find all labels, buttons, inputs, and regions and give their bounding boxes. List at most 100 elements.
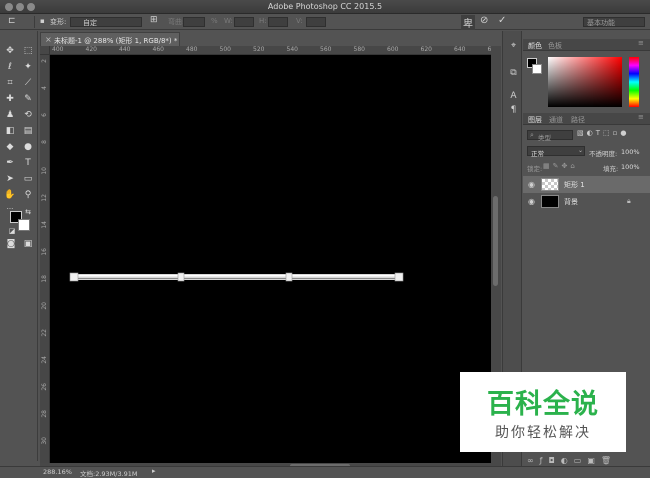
tool-preset-icon[interactable]: ⊏ [8, 16, 16, 26]
warp-grid-icon[interactable]: ⊞ [150, 15, 158, 25]
transform-select[interactable]: 自定 [70, 17, 142, 27]
watermark-title: 百科全说 [487, 389, 599, 420]
anchor-point-left-mid[interactable] [177, 272, 185, 282]
tab-swatches[interactable]: 色板 [548, 41, 562, 51]
default-colors-icon[interactable]: ◪ [6, 225, 18, 237]
crop-tool-icon[interactable]: ⌗ [4, 77, 16, 89]
eyedropper-icon[interactable]: ⟋ [22, 77, 34, 89]
cancel-transform-icon[interactable]: ⊘ [480, 15, 488, 26]
percent-unit: % [211, 17, 218, 25]
document-tab[interactable]: × 未标题-1 @ 288% (矩形 1, RGB/8*) * [40, 32, 180, 46]
shape-tool-icon[interactable]: ▭ [22, 173, 34, 185]
visibility-eye-icon[interactable]: ◉ [528, 197, 535, 206]
healing-brush-icon[interactable]: ✚ [4, 93, 16, 105]
options-bar: ⊏ ▪ 变形: 自定 ⊞ 弯曲: % W: H: V: 卑 ⊘ ✓ 基本功能 [0, 14, 650, 30]
h-field[interactable] [268, 17, 288, 27]
dodge-tool-icon[interactable]: ● [22, 141, 34, 153]
blend-mode-value: 正常 [531, 150, 544, 158]
ruler-tick-label: 4 [41, 86, 48, 90]
properties-panel-icon[interactable]: ⧉ [508, 68, 519, 79]
ruler-tick-label: 14 [41, 221, 48, 229]
status-bar: 288.16% 文档:2.93M/3.91M ▸ [0, 466, 650, 478]
tab-paths[interactable]: 路径 [571, 115, 585, 125]
background-color-swatch[interactable] [18, 219, 30, 231]
ruler-tick-label: 460 [152, 46, 164, 53]
eraser-tool-icon[interactable]: ◧ [4, 125, 16, 137]
transform-label: 变形: [50, 18, 67, 26]
tab-color[interactable]: 颜色 [528, 41, 542, 51]
layer-filter-icons[interactable]: ▧◐T⬚▫● [577, 129, 629, 137]
layer-row[interactable]: ◉ 背景 🔒︎ [523, 193, 650, 210]
vertical-ruler[interactable]: 2 4 6 8 10 12 14 16 18 20 22 24 26 28 30 [40, 55, 50, 463]
reference-point-icon[interactable]: ▪ [40, 17, 45, 25]
commit-transform-icon[interactable]: ✓ [498, 15, 506, 26]
search-icon: ⌕ [530, 131, 534, 139]
rectangle-shape-layer[interactable] [69, 272, 404, 282]
stamp-tool-icon[interactable]: ♟ [4, 109, 16, 121]
v-label: V: [296, 17, 303, 25]
hand-tool-icon[interactable]: ✋ [4, 189, 16, 201]
status-menu-icon[interactable]: ▸ [152, 467, 156, 475]
blend-mode-select[interactable]: 正常 ⌄ [527, 146, 585, 158]
lasso-tool-icon[interactable]: ℓ [4, 61, 16, 73]
shape-bar-highlight [72, 275, 402, 277]
marquee-tool-icon[interactable]: ⬚ [22, 45, 34, 57]
move-tool-icon[interactable]: ✥ [4, 45, 16, 57]
zoom-tool-icon[interactable]: ⚲ [22, 189, 34, 201]
anchor-point-right-mid[interactable] [285, 272, 293, 282]
anchor-point-left[interactable] [69, 272, 79, 282]
ruler-tick-label: 24 [41, 356, 48, 364]
ruler-tick-label: 440 [119, 46, 131, 53]
lock-icons[interactable]: ▦✎✥⌂ [543, 162, 578, 170]
document-canvas[interactable] [50, 55, 491, 463]
layer-thumbnail [541, 195, 559, 208]
blur-tool-icon[interactable]: ◆ [4, 141, 16, 153]
zoom-level[interactable]: 288.16% [43, 468, 72, 476]
screen-mode-icon[interactable]: ▣ [22, 238, 34, 250]
swap-colors-icon[interactable]: ⇆ [22, 206, 34, 218]
layer-name: 背景 [564, 198, 578, 206]
history-brush-icon[interactable]: ⟲ [22, 109, 34, 121]
close-document-icon[interactable]: × [45, 35, 52, 44]
gradient-tool-icon[interactable]: ▤ [22, 125, 34, 137]
vertical-scrollbar-thumb[interactable] [493, 196, 498, 286]
ruler-tick-label: 20 [41, 302, 48, 310]
opacity-value[interactable]: 100% [621, 148, 640, 156]
ruler-tick-label: 500 [219, 46, 231, 53]
hue-slider[interactable] [629, 57, 639, 107]
ruler-origin[interactable] [40, 46, 50, 55]
horizontal-ruler[interactable]: 400 420 440 460 480 500 520 540 560 580 600 620 640 6… [50, 46, 491, 55]
tab-channels[interactable]: 通道 [549, 115, 563, 125]
fill-value[interactable]: 100% [621, 163, 640, 171]
layers-footer-icons[interactable]: ∞ƒ◘◐▭▣🗑︎ [527, 456, 617, 465]
ruler-tick-label: 400 [52, 46, 64, 53]
magic-wand-icon[interactable]: ✦ [22, 61, 34, 73]
title-bar: Adobe Photoshop CC 2015.5 [0, 0, 650, 14]
path-selection-icon[interactable]: ➤ [4, 173, 16, 185]
workspace-select[interactable]: 基本功能 [583, 17, 645, 27]
layers-menu-icon[interactable]: ≡ [638, 113, 644, 121]
brush-tool-icon[interactable]: ✎ [22, 93, 34, 105]
tab-layers[interactable]: 图层 [528, 115, 542, 125]
opacity-label: 不透明度: [589, 150, 618, 158]
character-panel-icon[interactable]: A [508, 91, 519, 102]
color-picker-field[interactable] [548, 57, 622, 107]
history-panel-icon[interactable]: ⌖ [508, 41, 519, 52]
type-tool-icon[interactable]: T [22, 157, 34, 169]
quick-mask-icon[interactable]: ◙ [5, 238, 17, 250]
paragraph-panel-icon[interactable]: ¶ [508, 105, 519, 116]
pen-tool-icon[interactable]: ✒ [4, 157, 16, 169]
layer-thumbnail [541, 178, 559, 191]
ruler-tick-label: 16 [41, 248, 48, 256]
w-field[interactable] [234, 17, 254, 27]
panel-background-swatch[interactable] [532, 64, 542, 74]
layer-row[interactable]: ◉ 矩形 1 [523, 176, 650, 193]
anchor-point-right[interactable] [394, 272, 404, 282]
v-field[interactable] [306, 17, 326, 27]
panel-menu-icon[interactable]: ≡ [638, 39, 644, 47]
visibility-eye-icon[interactable]: ◉ [528, 180, 535, 189]
warp-mode-icon[interactable]: 卑 [461, 15, 475, 30]
bend-field[interactable] [183, 17, 205, 27]
layer-filter-select[interactable]: ⌕ 类型 [527, 130, 573, 142]
ruler-tick-label: 10 [41, 167, 48, 175]
